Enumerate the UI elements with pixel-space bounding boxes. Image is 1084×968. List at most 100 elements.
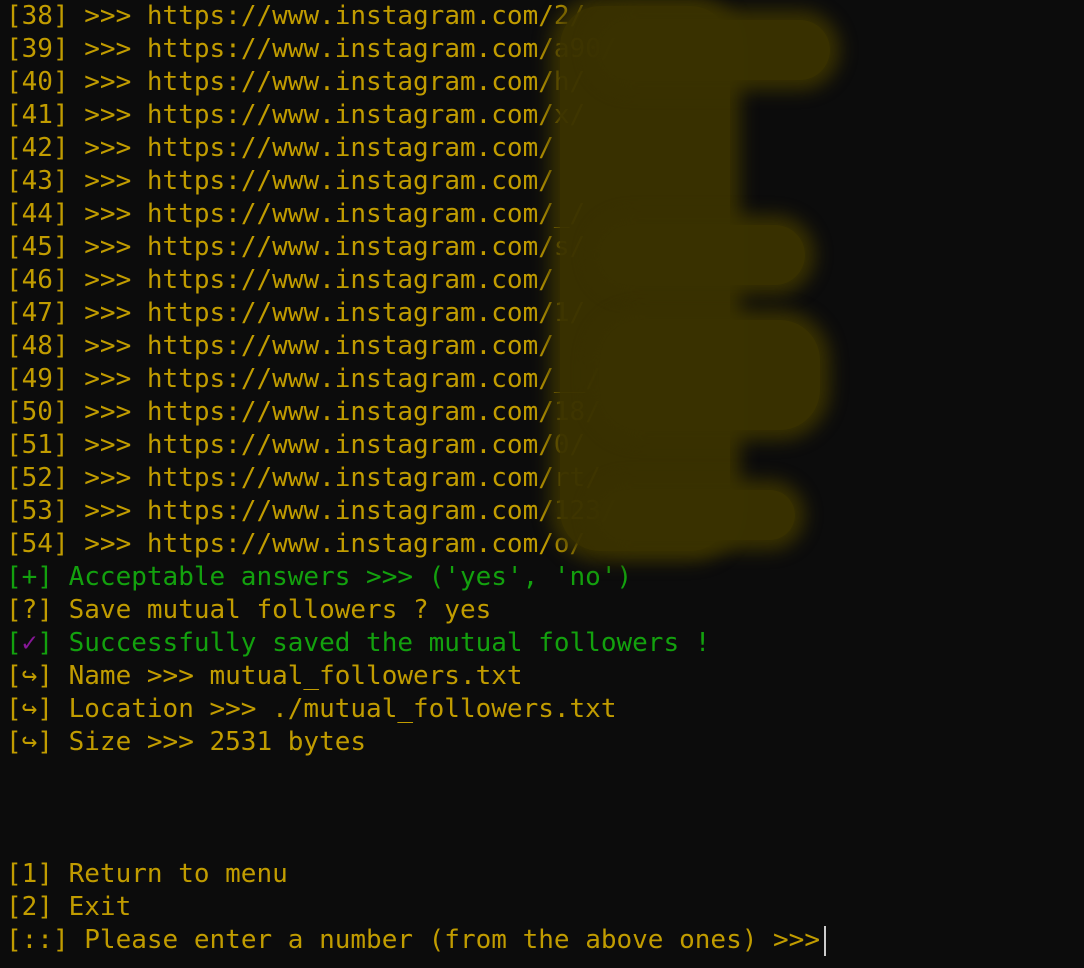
url-line: [50] >>> https://www.instagram.com/18/ xyxy=(6,396,1084,429)
text-cursor[interactable] xyxy=(824,925,826,956)
url-line: [45] >>> https://www.instagram.com/s/ xyxy=(6,231,1084,264)
line-arrow: >>> xyxy=(84,166,132,196)
line-index: [51] xyxy=(6,430,69,460)
line-index: [52] xyxy=(6,463,69,493)
bracket-close: ] xyxy=(37,628,53,658)
profile-url: https://www.instagram.com/ xyxy=(146,265,554,295)
input-prompt-line[interactable]: [::] Please enter a number (from the abo… xyxy=(6,924,1084,957)
option-label: Return to menu xyxy=(68,859,288,889)
file-size-line: [↪] Size >>> 2531 bytes xyxy=(6,726,1084,759)
line-arrow: >>> xyxy=(84,496,132,526)
redaction-overlay xyxy=(600,225,805,285)
file-location-text: Location >>> ./mutual_followers.txt xyxy=(68,694,617,724)
file-location-line: [↪] Location >>> ./mutual_followers.txt xyxy=(6,693,1084,726)
line-index: [43] xyxy=(6,166,69,196)
url-line: [53] >>> https://www.instagram.com/123/ xyxy=(6,495,1084,528)
line-arrow: >>> xyxy=(84,34,132,64)
acceptable-answers-text: Acceptable answers >>> ('yes', 'no') xyxy=(68,562,633,592)
line-index: [44] xyxy=(6,199,69,229)
line-arrow: >>> xyxy=(84,529,132,559)
line-index: [40] xyxy=(6,67,69,97)
profile-url: https://www.instagram.com/s/ xyxy=(146,232,586,262)
profile-url: https://www.instagram.com/2/ xyxy=(146,1,586,31)
line-arrow: >>> xyxy=(84,298,132,328)
line-index: [54] xyxy=(6,529,69,559)
line-index: [48] xyxy=(6,331,69,361)
line-arrow: >>> xyxy=(84,67,132,97)
url-line: [51] >>> https://www.instagram.com/0/ xyxy=(6,429,1084,462)
line-arrow: >>> xyxy=(84,331,132,361)
profile-url: https://www.instagram.com/o/ xyxy=(146,529,586,559)
profile-url: https://www.instagram.com/x/ xyxy=(146,100,586,130)
save-prompt-text: Save mutual followers ? yes xyxy=(68,595,492,625)
prompt-marker: [::] xyxy=(6,925,69,955)
profile-url: https://www.instagram.com/123/ xyxy=(146,496,617,526)
profile-url: https://www.instagram.com/ xyxy=(146,166,554,196)
line-arrow: >>> xyxy=(84,232,132,262)
line-arrow: >>> xyxy=(84,265,132,295)
question-marker: [?] xyxy=(6,595,53,625)
menu-option-exit: [2] Exit xyxy=(6,891,1084,924)
line-index: [39] xyxy=(6,34,69,64)
line-arrow: >>> xyxy=(84,199,132,229)
line-index: [38] xyxy=(6,1,69,31)
url-line: [39] >>> https://www.instagram.com/a90/ xyxy=(6,33,1084,66)
line-index: [41] xyxy=(6,100,69,130)
blank-space xyxy=(6,759,1084,858)
url-line: [42] >>> https://www.instagram.com/ xyxy=(6,132,1084,165)
input-prompt-text: Please enter a number (from the above on… xyxy=(84,925,820,955)
terminal-output: [38] >>> https://www.instagram.com/2/ [3… xyxy=(6,0,1084,957)
line-arrow: >>> xyxy=(84,133,132,163)
line-index: [47] xyxy=(6,298,69,328)
acceptable-answers-line: [+] Acceptable answers >>> ('yes', 'no') xyxy=(6,561,1084,594)
url-line: [44] >>> https://www.instagram.com/_/ xyxy=(6,198,1084,231)
file-size-text: Size >>> 2531 bytes xyxy=(68,727,367,757)
line-arrow: >>> xyxy=(84,463,132,493)
line-arrow: >>> xyxy=(84,430,132,460)
line-index: [53] xyxy=(6,496,69,526)
success-line: [✓] Successfully saved the mutual follow… xyxy=(6,627,1084,660)
checkmark-icon: ✓ xyxy=(21,628,38,658)
line-index: [42] xyxy=(6,133,69,163)
profile-url: https://www.instagram.com/a90/ xyxy=(146,34,617,64)
url-line: [41] >>> https://www.instagram.com/x/ xyxy=(6,99,1084,132)
url-line: [52] >>> https://www.instagram.com/rt/ xyxy=(6,462,1084,495)
redaction-overlay xyxy=(600,20,830,80)
url-line: [48] >>> https://www.instagram.com/ xyxy=(6,330,1084,363)
success-text: Successfully saved the mutual followers … xyxy=(68,628,711,658)
url-line: [49] >>> https://www.instagram.com/__/ xyxy=(6,363,1084,396)
line-index: [50] xyxy=(6,397,69,427)
profile-url: https://www.instagram.com/__/ xyxy=(146,364,601,394)
option-number: [2] xyxy=(6,892,53,922)
save-prompt-line: [?] Save mutual followers ? yes xyxy=(6,594,1084,627)
line-index: [45] xyxy=(6,232,69,262)
file-name-line: [↪] Name >>> mutual_followers.txt xyxy=(6,660,1084,693)
line-arrow: >>> xyxy=(84,364,132,394)
plus-marker: [+] xyxy=(6,562,53,592)
url-line: [54] >>> https://www.instagram.com/o/ xyxy=(6,528,1084,561)
line-arrow: >>> xyxy=(84,100,132,130)
profile-url: https://www.instagram.com/_/ xyxy=(146,199,586,229)
menu-option-return: [1] Return to menu xyxy=(6,858,1084,891)
url-line: [40] >>> https://www.instagram.com/h/ xyxy=(6,66,1084,99)
line-index: [46] xyxy=(6,265,69,295)
return-arrow-icon: [↪] xyxy=(6,694,53,724)
option-number: [1] xyxy=(6,859,53,889)
url-line: [43] >>> https://www.instagram.com/ xyxy=(6,165,1084,198)
url-line: [46] >>> https://www.instagram.com/ xyxy=(6,264,1084,297)
profile-url: https://www.instagram.com/ xyxy=(146,331,554,361)
return-arrow-icon: [↪] xyxy=(6,661,53,691)
option-label: Exit xyxy=(68,892,132,922)
profile-url: https://www.instagram.com/18/ xyxy=(146,397,601,427)
bracket-open: [ xyxy=(6,628,22,658)
line-index: [49] xyxy=(6,364,69,394)
profile-url: https://www.instagram.com/rt/ xyxy=(146,463,601,493)
line-arrow: >>> xyxy=(84,1,132,31)
redaction-overlay xyxy=(600,490,795,540)
return-arrow-icon: [↪] xyxy=(6,727,53,757)
url-line: [47] >>> https://www.instagram.com/1/ xyxy=(6,297,1084,330)
profile-url: https://www.instagram.com/ xyxy=(146,133,554,163)
file-name-text: Name >>> mutual_followers.txt xyxy=(68,661,523,691)
redaction-overlay xyxy=(600,320,820,430)
profile-url: https://www.instagram.com/h/ xyxy=(146,67,586,97)
